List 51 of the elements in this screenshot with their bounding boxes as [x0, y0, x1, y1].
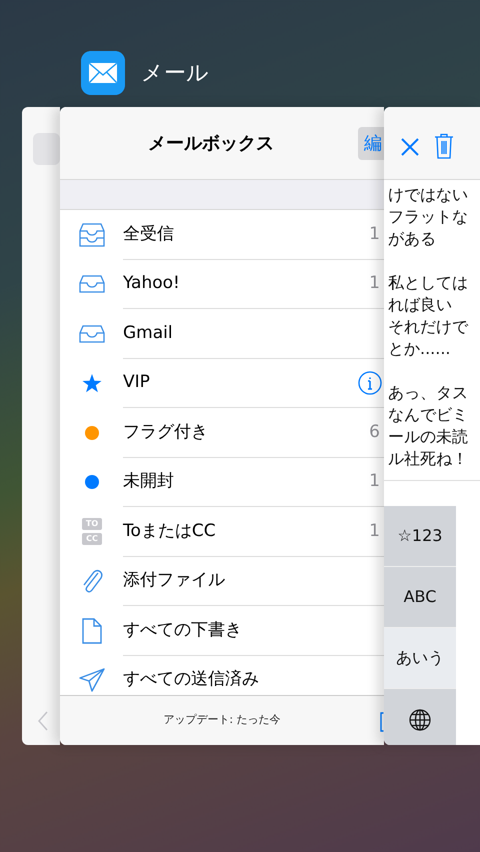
compose-icon[interactable]	[380, 712, 384, 732]
mail-app-icon[interactable]	[81, 51, 125, 95]
update-status: アップデート: たった今	[163, 712, 281, 728]
message-text-line: がある	[388, 228, 437, 250]
mailbox-name[interactable]: すべての下書き	[123, 618, 242, 643]
unread-count: 1	[369, 520, 380, 542]
inbox-tray-icon	[79, 324, 105, 343]
navigation-title: メールボックス	[148, 132, 274, 156]
trash-icon[interactable]	[434, 133, 454, 159]
app-name: メール	[141, 60, 209, 88]
message-text-line: けではない	[388, 184, 469, 206]
message-text-line: ル社死ね！	[388, 448, 469, 470]
message-text-line: 私としては	[388, 272, 469, 294]
mailbox-name[interactable]: Yahoo!	[123, 271, 180, 296]
message-text-line: とか......	[388, 338, 452, 360]
message-text-line: あっ、タス	[388, 382, 469, 404]
globe-key[interactable]	[384, 689, 456, 745]
inbox-tray-icon	[79, 275, 105, 294]
app-window[interactable]: メールボックス 編 全受信 1 Yahoo! 1 Gmail VIP フラグ付き 6 未開封 1 TO CC ToまたはCC 1 添付ファイル すべての下書き すべての送信済み アップデート: たった今	[60, 107, 384, 745]
message-text-line: なんでビミ	[388, 404, 469, 426]
mailbox-name[interactable]: 未開封	[123, 469, 174, 494]
info-icon[interactable]	[358, 370, 382, 395]
close-icon[interactable]	[400, 137, 420, 157]
search-field	[33, 133, 60, 165]
mailbox-name[interactable]: フラグ付き	[123, 420, 208, 445]
star-icon	[82, 374, 102, 393]
to-cc-badge: CC	[82, 533, 102, 546]
paper-plane-icon	[79, 668, 105, 692]
message-text-line: それだけで	[388, 316, 470, 338]
message-text-line: ールの未読	[388, 426, 469, 448]
unread-count: 1	[369, 272, 380, 295]
message-text-line: れば良い	[388, 294, 453, 316]
keyboard-key[interactable]: ABC	[384, 567, 456, 628]
paperclip-icon	[81, 568, 103, 594]
keyboard-key[interactable]: あいう	[384, 628, 456, 689]
mailbox-name[interactable]: ToまたはCC	[123, 518, 216, 544]
to-cc-badge: TO	[82, 518, 102, 530]
unread-count: 1	[369, 470, 380, 493]
mailbox-name[interactable]: すべての送信済み	[123, 667, 259, 692]
unread-count: 6	[369, 420, 380, 444]
mailbox-name[interactable]: 添付ファイル	[123, 568, 225, 594]
keyboard-key[interactable]: ☆123	[384, 506, 456, 567]
mailbox-name[interactable]: 全受信	[123, 222, 174, 247]
message-text-line: フラットな	[388, 206, 469, 228]
app-window[interactable]: けではない フラットな がある 私としては れば良い それだけで とか...... あっ、タス なんでビミ ールの未読 ル社死ね！ ☆123 ABC あいう	[384, 107, 480, 745]
inbox-stack-icon	[79, 222, 105, 248]
mailbox-name[interactable]: VIP	[123, 370, 150, 396]
document-icon	[82, 618, 102, 644]
globe-icon	[409, 708, 431, 731]
mailbox-name[interactable]: Gmail	[123, 320, 173, 346]
unread-count: 1	[369, 222, 380, 246]
